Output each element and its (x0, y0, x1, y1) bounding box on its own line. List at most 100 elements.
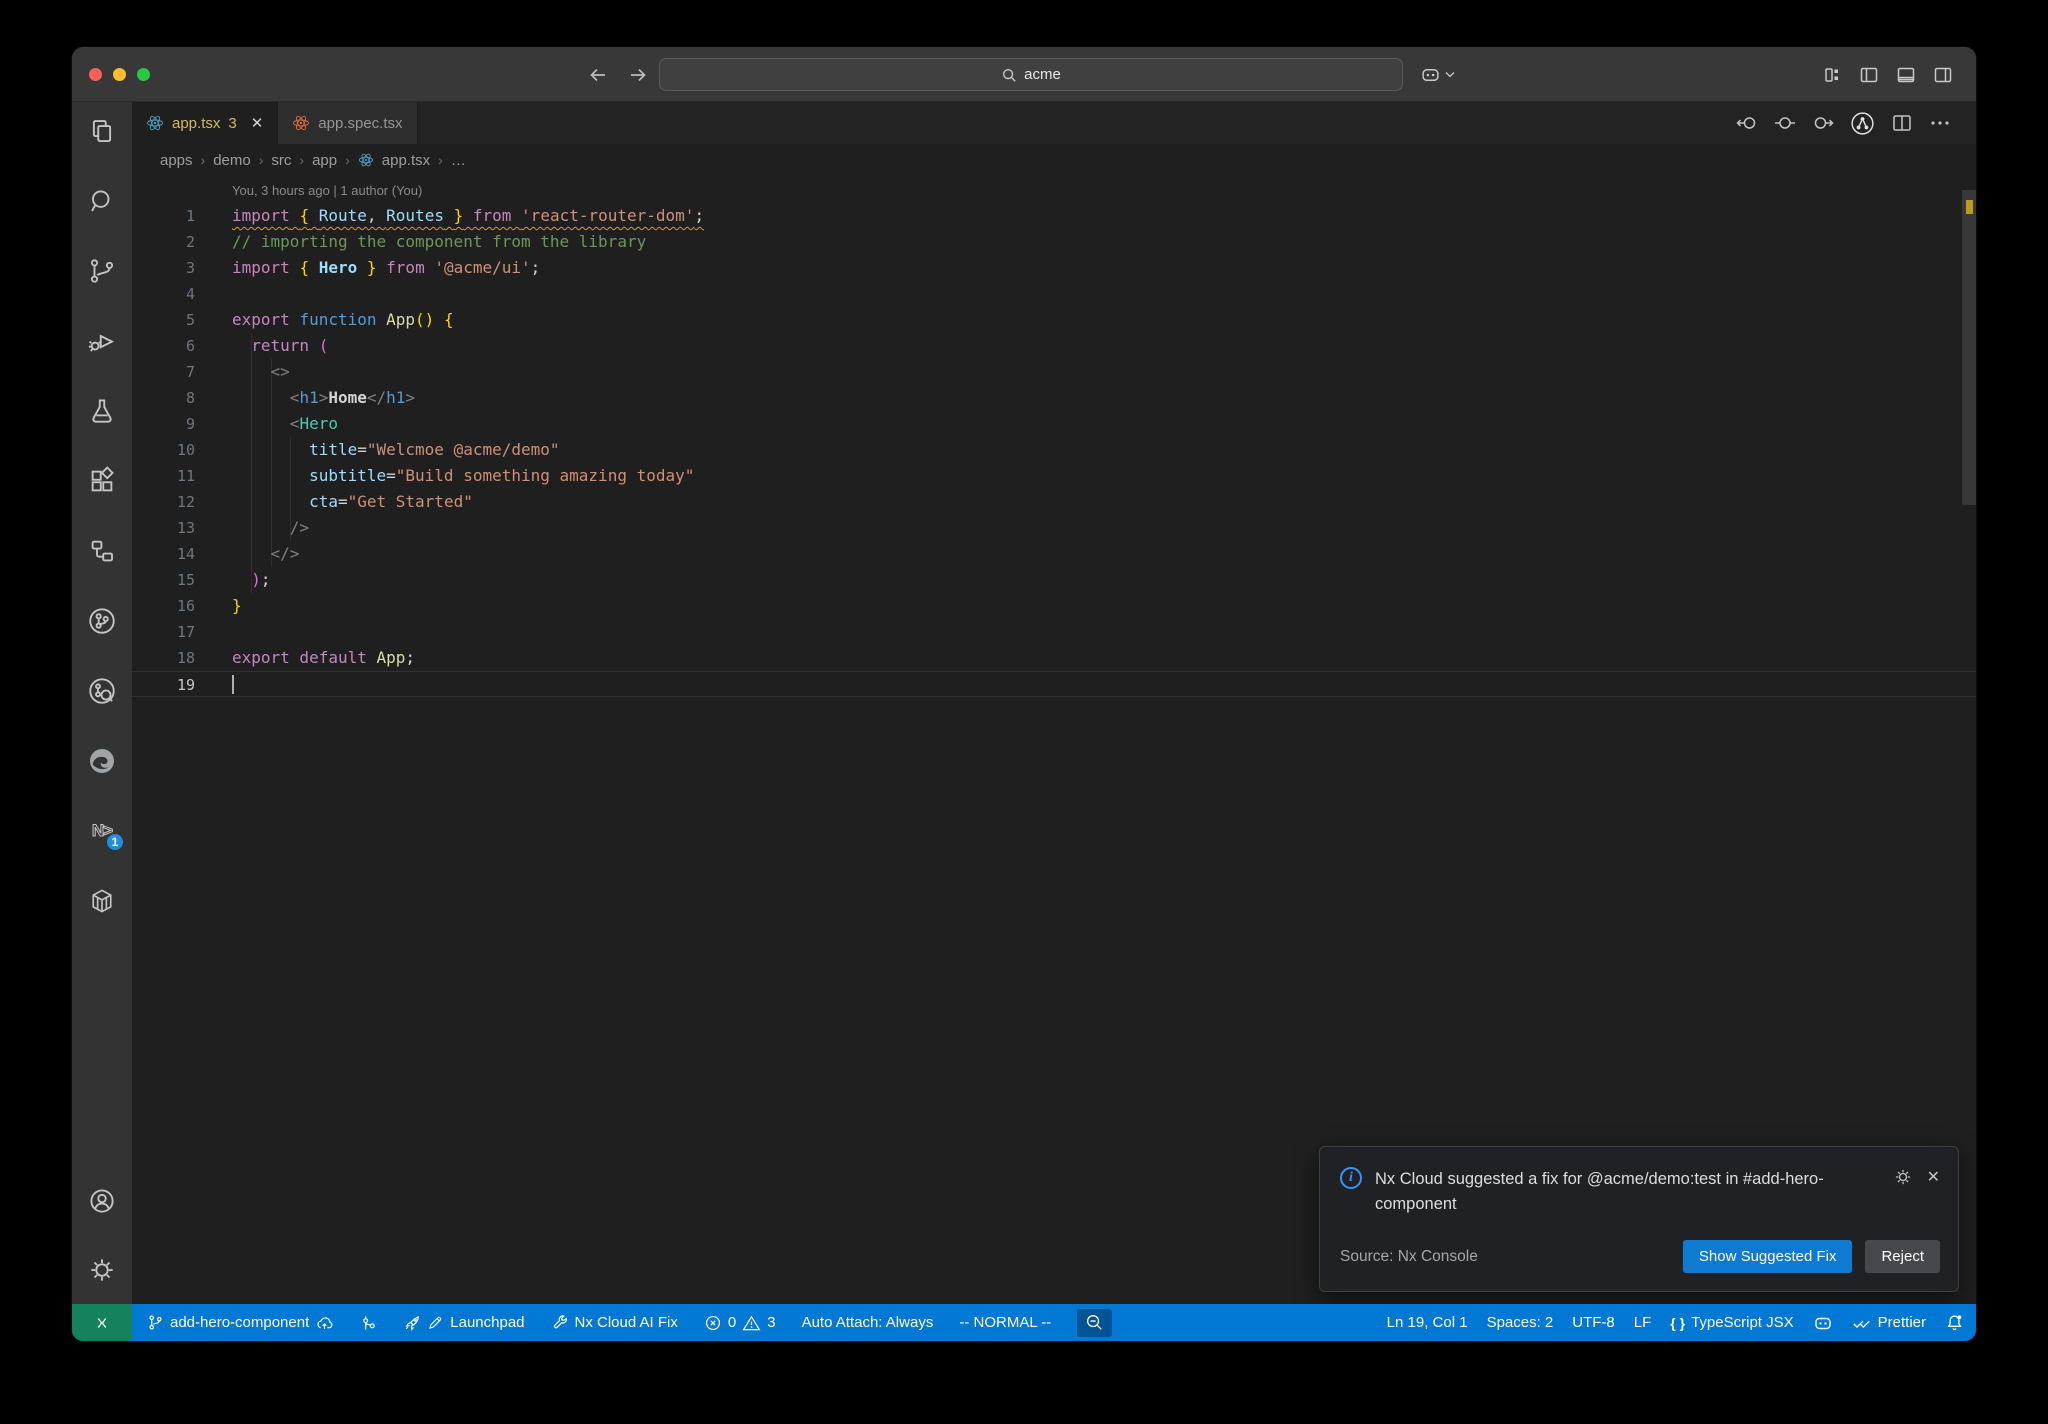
breadcrumb-separator: › (299, 152, 305, 168)
previous-change-icon[interactable] (1735, 111, 1759, 135)
show-suggested-fix-button[interactable]: Show Suggested Fix (1682, 1240, 1853, 1273)
accounts-icon[interactable] (79, 1178, 125, 1224)
codelens-blame[interactable]: You, 3 hours ago | 1 author (You) (132, 176, 1976, 203)
customize-layout-icon[interactable] (1821, 64, 1843, 86)
extensions-icon[interactable] (79, 458, 125, 504)
code-line[interactable]: 2// importing the component from the lib… (132, 229, 1976, 255)
code-line[interactable]: 10 title="Welcmoe @acme/demo" (132, 437, 1976, 463)
cube-view-icon[interactable] (79, 878, 125, 924)
vim-mode-status[interactable]: -- NORMAL -- (959, 1314, 1051, 1331)
navigate-forward-icon[interactable] (628, 65, 648, 85)
launchpad-label: Launchpad (450, 1314, 525, 1331)
breadcrumb-item[interactable]: src (271, 152, 291, 169)
more-actions-icon[interactable] (1928, 111, 1952, 135)
split-editor-icon[interactable] (1890, 111, 1914, 135)
testing-icon[interactable] (79, 388, 125, 434)
code-line[interactable]: 7 <> (132, 359, 1976, 385)
code-line[interactable]: 1 import { Route, Routes } from 'react-ro… (132, 203, 1976, 229)
breadcrumb-ellipsis[interactable]: … (451, 152, 466, 169)
nx-console-icon[interactable]: N> 1 (79, 808, 125, 854)
nx-cloud-fix-label: Nx Cloud AI Fix (574, 1314, 678, 1331)
breadcrumb-item[interactable]: app.tsx (382, 152, 430, 169)
nx-cloud-fix-status[interactable]: Nx Cloud AI Fix (551, 1314, 678, 1332)
indentation-status[interactable]: Spaces: 2 (1487, 1314, 1554, 1331)
cursor-position-status[interactable]: Ln 19, Col 1 (1387, 1314, 1468, 1331)
close-window-button[interactable] (89, 68, 102, 81)
code-line[interactable]: 16} (132, 593, 1976, 619)
breadcrumb-item[interactable]: apps (160, 152, 193, 169)
copilot-menu[interactable] (1420, 47, 1455, 102)
notification-close-icon[interactable]: ✕ (1927, 1167, 1940, 1218)
code-line[interactable]: 12 cta="Get Started" (132, 489, 1976, 515)
title-bar: acme (72, 47, 1976, 102)
code-line[interactable]: 13 /> (132, 515, 1976, 541)
edge-devtools-icon[interactable] (79, 738, 125, 784)
tab-app-spec-tsx[interactable]: app.spec.tsx (278, 102, 418, 144)
open-changes-icon[interactable] (1773, 111, 1797, 135)
gitlens-inspect-icon[interactable] (79, 668, 125, 714)
search-view-icon[interactable] (79, 178, 125, 224)
problems-status[interactable]: 0 3 (704, 1314, 776, 1332)
code-line[interactable]: 11 subtitle="Build something amazing tod… (132, 463, 1976, 489)
line-number: 5 (185, 311, 195, 329)
code-line[interactable]: 19 (132, 671, 1976, 697)
warning-count: 3 (767, 1314, 776, 1331)
tab-label: app.spec.tsx (318, 114, 403, 132)
command-center-search[interactable]: acme (659, 58, 1403, 91)
notifications-bell[interactable] (1945, 1313, 1964, 1332)
code-line[interactable]: 15 ); (132, 567, 1976, 593)
line-number: 4 (185, 285, 195, 303)
commit-graph-status[interactable] (360, 1314, 377, 1332)
gitlens-icon[interactable] (79, 598, 125, 644)
settings-gear-icon[interactable] (79, 1247, 125, 1293)
nx-graph-icon[interactable] (1849, 110, 1876, 137)
notification-settings-gear-icon[interactable] (1893, 1167, 1913, 1218)
encoding-status[interactable]: UTF-8 (1572, 1314, 1615, 1331)
minimize-window-button[interactable] (113, 68, 126, 81)
code-line[interactable]: 8 <h1>Home</h1> (132, 385, 1976, 411)
language-mode-status[interactable]: { } TypeScript JSX (1670, 1314, 1793, 1331)
line-number: 19 (176, 676, 195, 694)
navigate-back-icon[interactable] (588, 65, 608, 85)
toggle-panel-icon[interactable] (1895, 64, 1917, 86)
reject-button[interactable]: Reject (1865, 1240, 1940, 1273)
errors-icon (705, 1315, 720, 1330)
scrollbar-thumb[interactable] (1962, 190, 1976, 505)
double-check-icon (1852, 1320, 1870, 1328)
code-line[interactable]: 5 export function App() { (132, 307, 1976, 333)
git-branch-status[interactable]: add-hero-component (147, 1314, 334, 1331)
remote-indicator[interactable] (72, 1304, 132, 1341)
close-tab-icon[interactable]: ✕ (251, 114, 264, 132)
code-line[interactable]: 9 <Hero (132, 411, 1976, 437)
code-line[interactable]: 4 (132, 281, 1976, 307)
code-line[interactable]: 18 export default App; (132, 645, 1976, 671)
source-control-icon[interactable] (79, 248, 125, 294)
next-change-icon[interactable] (1811, 111, 1835, 135)
zoom-out-status[interactable] (1077, 1308, 1113, 1337)
eol-status[interactable]: LF (1634, 1314, 1652, 1331)
code-line[interactable]: 3 import { Hero } from '@acme/ui'; (132, 255, 1976, 281)
run-debug-icon[interactable] (79, 318, 125, 364)
toggle-primary-sidebar-icon[interactable] (1858, 64, 1880, 86)
editor-scrollbar[interactable] (1962, 176, 1976, 1304)
error-count: 0 (727, 1314, 737, 1331)
copilot-status[interactable] (1813, 1313, 1833, 1333)
references-view-icon[interactable] (79, 528, 125, 574)
copilot-icon (1420, 64, 1441, 85)
maximize-window-button[interactable] (137, 68, 150, 81)
code-line[interactable]: 6 return ( (132, 333, 1976, 359)
tab-app-tsx[interactable]: app.tsx 3 ✕ (132, 102, 279, 144)
status-bar: add-hero-component Launchpad Nx Cloud AI… (72, 1304, 1976, 1341)
breadcrumb-item[interactable]: demo (213, 152, 251, 169)
auto-attach-status[interactable]: Auto Attach: Always (802, 1314, 934, 1331)
breadcrumb-item[interactable]: app (312, 152, 337, 169)
code-lines: 1 import { Route, Routes } from 'react-ro… (132, 203, 1976, 697)
toggle-secondary-sidebar-icon[interactable] (1932, 64, 1954, 86)
explorer-icon[interactable] (79, 108, 125, 154)
code-line[interactable]: 17 (132, 619, 1976, 645)
magnifier-minus-icon (1087, 1314, 1103, 1330)
line-number: 3 (185, 259, 195, 277)
formatter-status[interactable]: Prettier (1852, 1314, 1926, 1331)
launchpad-status[interactable]: Launchpad (403, 1314, 525, 1332)
code-line[interactable]: 14 </> (132, 541, 1976, 567)
